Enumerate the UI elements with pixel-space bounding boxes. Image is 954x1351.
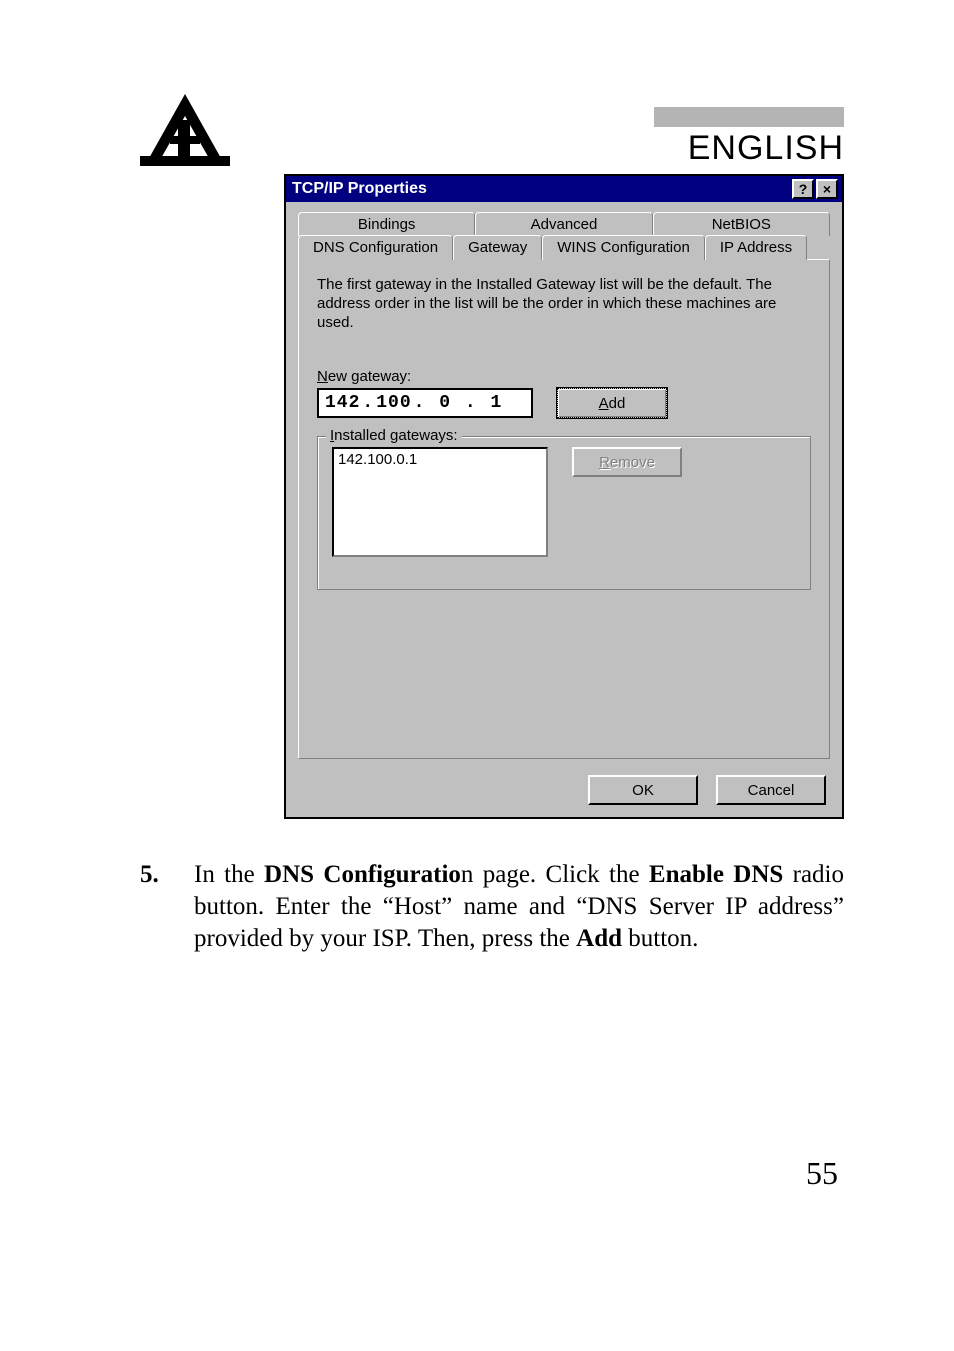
ip-octet-4[interactable]: 1	[491, 393, 503, 413]
tab-advanced[interactable]: Advanced	[475, 212, 652, 236]
dialog-title: TCP/IP Properties	[292, 180, 427, 198]
ip-dot: .	[463, 393, 479, 413]
tab-dns-configuration[interactable]: DNS Configuration	[298, 235, 453, 260]
installed-label-text: nstalled gateways:	[334, 427, 457, 444]
new-gateway-ip-input[interactable]: 142.100. 0 . 1	[317, 388, 533, 418]
tab-panel-gateway: The first gateway in the Installed Gatew…	[298, 259, 830, 759]
add-button[interactable]: Add	[557, 388, 667, 418]
list-item[interactable]: 142.100.0.1	[338, 451, 542, 468]
ip-dot: .	[412, 393, 428, 413]
ip-dot: .	[360, 393, 376, 413]
dialog-titlebar: TCP/IP Properties ? ×	[286, 176, 842, 202]
header-accent-bar	[654, 107, 844, 127]
brand-logo	[140, 90, 230, 168]
instr-bold: DNS Configuratio	[264, 861, 461, 888]
installed-gateways-group: Installed gateways: 142.100.0.1 Remove	[317, 436, 811, 590]
remove-button[interactable]: Remove	[572, 447, 682, 477]
add-label-text: dd	[609, 395, 626, 412]
ok-button[interactable]: OK	[588, 775, 698, 805]
ip-octet-1[interactable]: 142	[325, 393, 360, 413]
tcpip-properties-dialog: TCP/IP Properties ? × Bindings Advanced …	[284, 174, 844, 819]
help-button[interactable]: ?	[792, 179, 814, 199]
instruction-step: 5. In the DNS Configuration page. Click …	[140, 859, 844, 955]
remove-mnemonic: R	[599, 454, 610, 471]
tab-gateway[interactable]: Gateway	[453, 235, 542, 260]
instr-span: In the	[194, 861, 264, 888]
instr-bold: Add	[576, 925, 622, 952]
tab-netbios[interactable]: NetBIOS	[653, 212, 830, 236]
new-gateway-label-text: ew gateway:	[328, 368, 411, 385]
close-button[interactable]: ×	[816, 179, 838, 199]
page-number: 55	[140, 1155, 844, 1192]
new-gateway-mnemonic: N	[317, 368, 328, 385]
instr-span: n page. Click the	[461, 861, 649, 888]
ip-octet-3[interactable]: 0	[439, 393, 451, 413]
gateway-help-text: The first gateway in the Installed Gatew…	[317, 276, 811, 332]
instr-span: button.	[622, 925, 698, 952]
installed-gateways-label: Installed gateways:	[326, 427, 462, 444]
remove-label-text: emove	[610, 454, 655, 471]
add-mnemonic: A	[599, 395, 609, 412]
instruction-number: 5.	[140, 859, 194, 955]
tab-bindings[interactable]: Bindings	[298, 212, 475, 236]
tab-strip: Bindings Advanced NetBIOS DNS Configurat…	[298, 212, 830, 759]
instruction-text: In the DNS Configuration page. Click the…	[194, 859, 844, 955]
ip-octet-2[interactable]: 100	[376, 393, 411, 413]
cancel-button[interactable]: Cancel	[716, 775, 826, 805]
tab-ip-address[interactable]: IP Address	[705, 235, 807, 260]
tab-wins-configuration[interactable]: WINS Configuration	[542, 235, 705, 260]
installed-gateways-list[interactable]: 142.100.0.1	[332, 447, 548, 557]
new-gateway-label: New gateway:	[317, 368, 811, 385]
instr-bold: Enable DNS	[649, 861, 783, 888]
language-label: ENGLISH	[688, 129, 844, 168]
